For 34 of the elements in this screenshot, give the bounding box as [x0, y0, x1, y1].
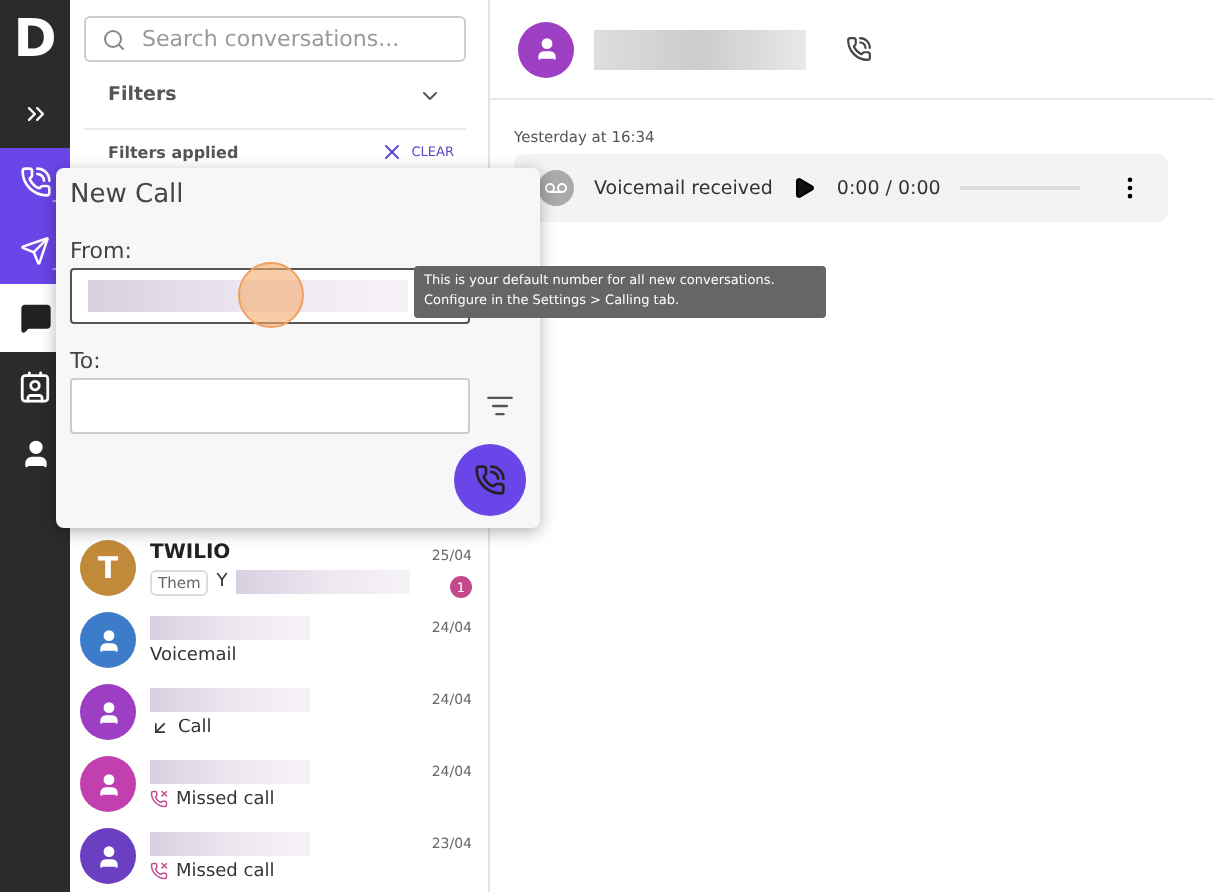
to-field[interactable]: [70, 378, 470, 434]
dialog-title: New Call: [70, 180, 186, 210]
to-label: To:: [70, 348, 103, 374]
play-icon[interactable]: [792, 176, 817, 200]
incoming-call-icon: [150, 717, 170, 737]
avatar: [518, 21, 574, 77]
logo: D: [13, 8, 57, 74]
send-icon: [20, 235, 50, 265]
call-icon[interactable]: [846, 36, 872, 62]
person-icon: [19, 438, 51, 470]
from-label: From:: [70, 238, 134, 264]
filters-applied-label: Filters applied: [108, 143, 239, 161]
message-preview: Missed call: [176, 789, 275, 809]
message-preview: Missed call: [176, 861, 275, 881]
avatar: T: [80, 540, 136, 596]
voicemail-label: Voicemail received: [594, 177, 773, 199]
contacts-icon: [18, 369, 52, 403]
playback-time: 0:00 / 0:00: [836, 177, 941, 199]
message-preview: Voicemail: [150, 645, 237, 665]
call-button[interactable]: [454, 444, 526, 516]
filters-label: Filters: [108, 84, 177, 106]
contact-name: TWILIO: [150, 541, 233, 563]
filter-icon[interactable]: [486, 392, 514, 420]
message-preview: Y: [216, 572, 228, 592]
message-preview: Call: [178, 717, 212, 737]
close-icon: [379, 140, 404, 164]
missed-call-icon: [150, 862, 168, 880]
new-call-icon: [19, 166, 51, 198]
chat-icon: [19, 302, 51, 334]
search-icon: [102, 28, 126, 52]
missed-call-icon: [150, 790, 168, 808]
cursor-highlight: [238, 262, 304, 328]
search-field[interactable]: Search conversations...: [84, 16, 466, 62]
call-icon: [474, 464, 506, 496]
